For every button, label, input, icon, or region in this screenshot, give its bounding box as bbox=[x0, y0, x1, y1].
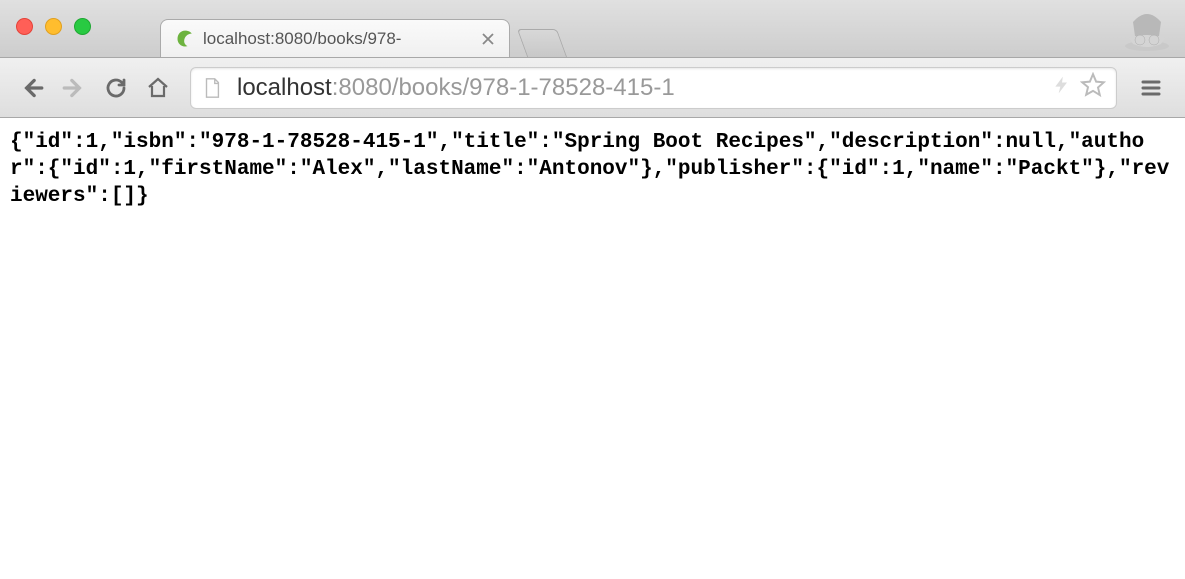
menu-button[interactable] bbox=[1133, 70, 1169, 106]
tab-title: localhost:8080/books/978- bbox=[203, 29, 473, 49]
response-body: {"id":1,"isbn":"978-1-78528-415-1","titl… bbox=[0, 118, 1185, 223]
maximize-window-button[interactable] bbox=[74, 18, 91, 35]
url-host: localhost bbox=[237, 74, 332, 101]
lightning-icon[interactable] bbox=[1052, 75, 1072, 100]
reload-button[interactable] bbox=[100, 72, 132, 104]
bookmark-star-icon[interactable] bbox=[1080, 72, 1106, 103]
incognito-icon bbox=[1123, 8, 1171, 52]
close-window-button[interactable] bbox=[16, 18, 33, 35]
page-icon bbox=[201, 77, 223, 99]
spring-leaf-icon bbox=[175, 29, 195, 49]
forward-button[interactable] bbox=[58, 72, 90, 104]
home-button[interactable] bbox=[142, 72, 174, 104]
browser-tab-strip: localhost:8080/books/978- bbox=[0, 0, 1185, 58]
minimize-window-button[interactable] bbox=[45, 18, 62, 35]
window-controls bbox=[16, 18, 91, 35]
close-tab-icon[interactable] bbox=[481, 32, 495, 46]
new-tab-button[interactable] bbox=[517, 29, 567, 57]
url-path: :8080/books/978-1-78528-415-1 bbox=[332, 74, 675, 101]
browser-toolbar: localhost:8080/books/978-1-78528-415-1 bbox=[0, 58, 1185, 118]
back-button[interactable] bbox=[16, 72, 48, 104]
browser-tab[interactable]: localhost:8080/books/978- bbox=[160, 19, 510, 57]
address-bar[interactable]: localhost:8080/books/978-1-78528-415-1 bbox=[190, 67, 1117, 109]
url-text: localhost:8080/books/978-1-78528-415-1 bbox=[237, 74, 675, 102]
